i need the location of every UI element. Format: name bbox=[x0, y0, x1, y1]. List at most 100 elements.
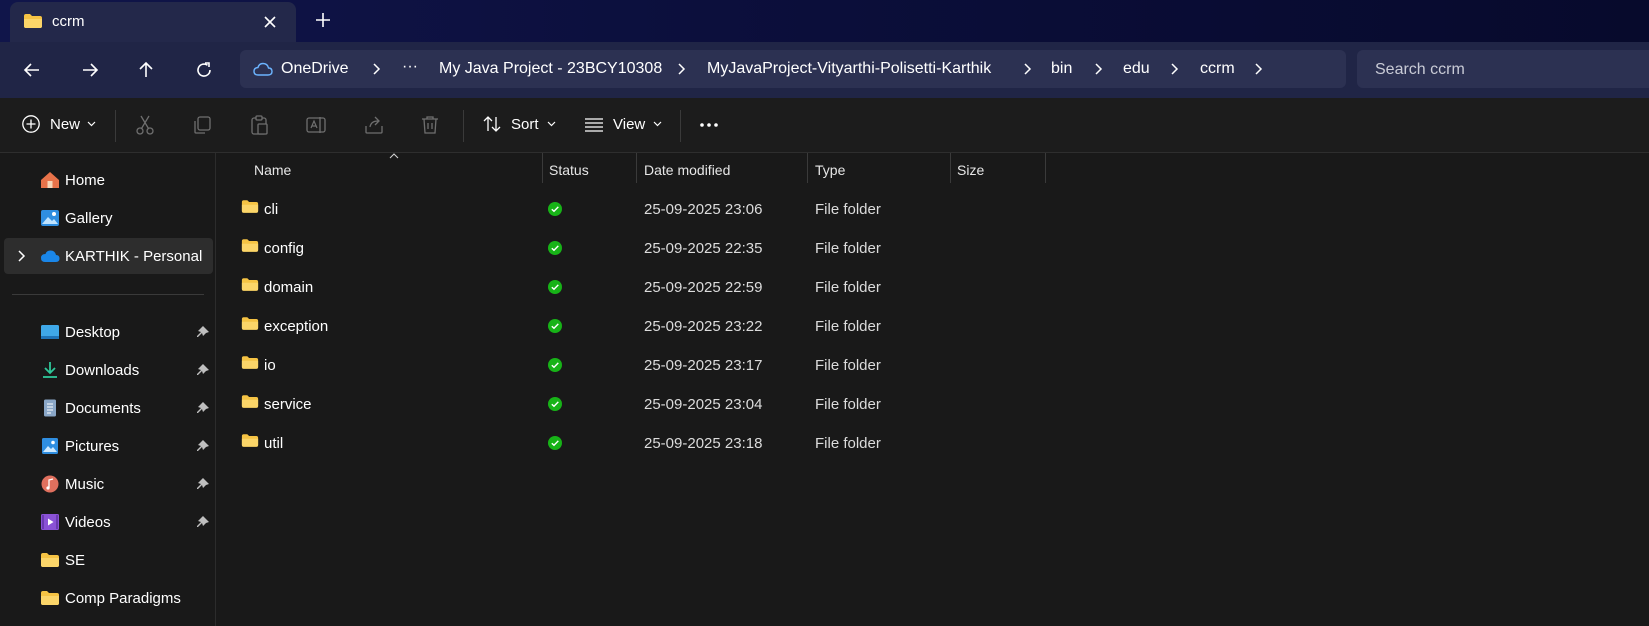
cloud-icon bbox=[253, 62, 273, 76]
refresh-icon bbox=[197, 62, 211, 77]
table-row[interactable]: cli 25-09-2025 23:06 File folder bbox=[217, 189, 1649, 228]
breadcrumb-my-java-project[interactable]: My Java Project - 23BCY10308 bbox=[439, 60, 662, 78]
pin-icon[interactable] bbox=[196, 477, 210, 491]
copy-icon[interactable] bbox=[191, 114, 213, 136]
sidebar-item-comp-paradigms[interactable]: Comp Paradigms bbox=[4, 580, 213, 616]
sidebar-item-desktop[interactable]: Desktop bbox=[4, 314, 213, 350]
chevron-right-icon[interactable] bbox=[371, 61, 383, 77]
column-header-type[interactable]: Type bbox=[808, 153, 950, 185]
breadcrumb-project-folder[interactable]: MyJavaProject-Vityarthi-Polisetti-Karthi… bbox=[707, 60, 991, 78]
sidebar-item-label: Videos bbox=[65, 514, 111, 531]
chevron-right-icon[interactable] bbox=[1022, 61, 1034, 77]
file-name[interactable]: io bbox=[264, 357, 276, 374]
sidebar-item-documents[interactable]: Documents bbox=[4, 390, 213, 426]
pin-icon[interactable] bbox=[196, 515, 210, 529]
table-row[interactable]: domain 25-09-2025 22:59 File folder bbox=[217, 267, 1649, 306]
file-name[interactable]: exception bbox=[264, 318, 328, 335]
forward-button[interactable] bbox=[78, 58, 102, 82]
chevron-right-icon[interactable] bbox=[16, 249, 28, 263]
column-divider[interactable] bbox=[1045, 153, 1046, 183]
cut-icon[interactable] bbox=[134, 114, 156, 136]
table-row[interactable]: service 25-09-2025 23:04 File folder bbox=[217, 384, 1649, 423]
delete-icon[interactable] bbox=[419, 114, 441, 136]
file-date-modified: 25-09-2025 23:22 bbox=[644, 318, 763, 335]
sort-icon bbox=[483, 116, 501, 132]
breadcrumb-edu[interactable]: edu bbox=[1123, 60, 1150, 78]
chevron-right-icon[interactable] bbox=[1253, 61, 1265, 77]
table-row[interactable]: exception 25-09-2025 23:22 File folder bbox=[217, 306, 1649, 345]
breadcrumb-ccrm[interactable]: ccrm bbox=[1200, 60, 1235, 78]
file-name[interactable]: service bbox=[264, 396, 312, 413]
file-name[interactable]: config bbox=[264, 240, 304, 257]
sync-status-icon bbox=[548, 202, 562, 216]
more-options-icon[interactable] bbox=[698, 114, 720, 136]
chevron-right-icon[interactable] bbox=[1169, 61, 1181, 77]
up-button[interactable] bbox=[134, 58, 158, 82]
navigation-bar: OneDrive ··· My Java Project - 23BCY1030… bbox=[0, 42, 1649, 98]
sort-button[interactable]: Sort bbox=[482, 114, 556, 134]
new-tab-icon[interactable] bbox=[313, 10, 333, 30]
folder-icon bbox=[41, 591, 59, 605]
view-button[interactable]: View bbox=[584, 114, 662, 134]
sidebar-item-onedrive-personal[interactable]: KARTHIK - Personal bbox=[4, 238, 213, 274]
column-header-date-modified[interactable]: Date modified bbox=[637, 153, 807, 185]
sidebar-item-gallery[interactable]: Gallery bbox=[4, 200, 213, 236]
sidebar-item-pictures[interactable]: Pictures bbox=[4, 428, 213, 464]
pin-icon[interactable] bbox=[196, 325, 210, 339]
file-type: File folder bbox=[815, 318, 881, 335]
folder-icon bbox=[241, 317, 259, 330]
chevron-down-icon bbox=[547, 121, 555, 127]
view-label: View bbox=[613, 115, 646, 133]
breadcrumb-bin[interactable]: bin bbox=[1051, 60, 1072, 78]
search-input[interactable]: Search ccrm bbox=[1357, 50, 1649, 88]
table-row[interactable]: config 25-09-2025 22:35 File folder bbox=[217, 228, 1649, 267]
address-bar[interactable]: OneDrive ··· My Java Project - 23BCY1030… bbox=[240, 50, 1346, 88]
column-header-status[interactable]: Status bbox=[542, 153, 636, 185]
chevron-right-icon[interactable] bbox=[1093, 61, 1105, 77]
breadcrumb-overflow[interactable]: ··· bbox=[402, 58, 418, 76]
sidebar-item-downloads[interactable]: Downloads bbox=[4, 352, 213, 388]
column-header-size[interactable]: Size bbox=[950, 153, 1045, 185]
close-icon[interactable] bbox=[260, 12, 280, 32]
file-name[interactable]: cli bbox=[264, 201, 278, 218]
refresh-button[interactable] bbox=[192, 58, 216, 82]
table-row[interactable]: io 25-09-2025 23:17 File folder bbox=[217, 345, 1649, 384]
file-date-modified: 25-09-2025 23:04 bbox=[644, 396, 763, 413]
sync-status-icon bbox=[548, 280, 562, 294]
documents-icon bbox=[44, 399, 56, 417]
file-type: File folder bbox=[815, 240, 881, 257]
column-header-name[interactable]: Name bbox=[247, 153, 542, 185]
pin-icon[interactable] bbox=[196, 439, 210, 453]
pictures-icon bbox=[42, 438, 58, 454]
sidebar-item-label: KARTHIK - Personal bbox=[65, 248, 203, 265]
sidebar-item-label: Downloads bbox=[65, 362, 140, 379]
rename-icon[interactable] bbox=[305, 114, 327, 136]
folder-icon bbox=[241, 395, 259, 408]
sidebar-item-se[interactable]: SE bbox=[4, 542, 213, 578]
toolbar-divider bbox=[680, 110, 681, 142]
new-button[interactable]: New bbox=[21, 114, 96, 134]
sidebar-item-label: Home bbox=[65, 172, 106, 189]
share-icon[interactable] bbox=[363, 114, 385, 136]
file-type: File folder bbox=[815, 435, 881, 452]
gallery-icon bbox=[41, 210, 59, 226]
folder-icon bbox=[24, 14, 42, 28]
sidebar-item-home[interactable]: Home bbox=[4, 162, 213, 198]
folder-icon bbox=[241, 239, 259, 252]
breadcrumb-onedrive[interactable]: OneDrive bbox=[281, 60, 349, 78]
tab-ccrm[interactable]: ccrm bbox=[10, 2, 296, 42]
paste-icon[interactable] bbox=[248, 114, 270, 136]
sidebar-item-videos[interactable]: Videos bbox=[4, 504, 213, 540]
sync-status-icon bbox=[548, 358, 562, 372]
arrow-left-icon bbox=[23, 63, 39, 77]
chevron-right-icon[interactable] bbox=[676, 61, 688, 77]
pin-icon[interactable] bbox=[196, 401, 210, 415]
pin-icon[interactable] bbox=[196, 363, 210, 377]
file-name[interactable]: util bbox=[264, 435, 283, 452]
sidebar-item-music[interactable]: Music bbox=[4, 466, 213, 502]
file-name[interactable]: domain bbox=[264, 279, 313, 296]
table-row[interactable]: util 25-09-2025 23:18 File folder bbox=[217, 423, 1649, 462]
back-button[interactable] bbox=[20, 58, 44, 82]
desktop-icon bbox=[41, 325, 59, 339]
folder-icon bbox=[241, 356, 259, 369]
